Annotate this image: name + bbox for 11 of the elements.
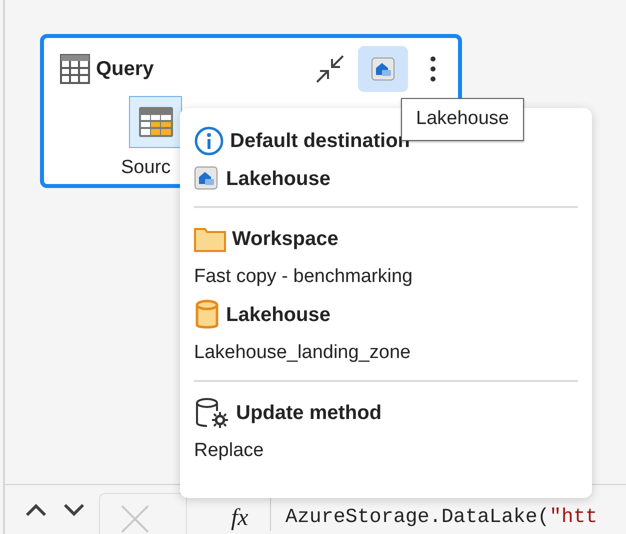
step-label: Sourc (121, 156, 171, 180)
field-value: Lakehouse_landing_zone (194, 340, 411, 365)
field-value: Fast copy - benchmarking (194, 264, 413, 289)
field-heading: Lakehouse (226, 303, 330, 328)
field-heading: Update method (236, 401, 382, 426)
field-heading: Workspace (232, 227, 338, 252)
fx-label: fx (231, 505, 248, 531)
card-title: Query (96, 57, 154, 82)
field-heading: Lakehouse (226, 167, 330, 192)
tooltip: Lakehouse (401, 98, 524, 140)
field-value: Replace (194, 438, 264, 463)
